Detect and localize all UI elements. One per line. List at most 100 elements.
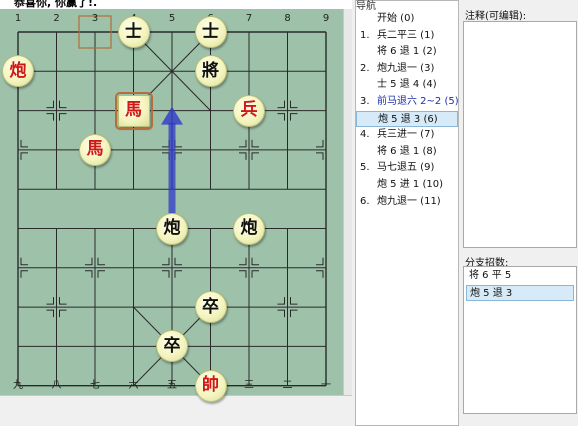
- position-marker: [251, 257, 259, 266]
- branch-item[interactable]: 炮 5 退 3: [466, 285, 574, 301]
- position-marker: [85, 257, 93, 266]
- move-list-item[interactable]: 将 6 退 1 (8): [356, 144, 458, 160]
- position-marker: [59, 297, 67, 305]
- move-number: 5.: [360, 162, 370, 174]
- coord-top: 5: [168, 13, 176, 24]
- position-marker: [59, 113, 67, 121]
- piece-red-horse[interactable]: 馬: [79, 133, 111, 166]
- move-number: 4.: [360, 129, 370, 141]
- position-marker: [251, 270, 259, 278]
- position-marker: [174, 152, 182, 160]
- piece-red-horse-selected[interactable]: 馬: [114, 91, 153, 130]
- move-list-item[interactable]: 1. 兵二平三 (1): [356, 28, 458, 44]
- board-panel: 恭喜你, 你赢了!. 123456789九八七六五四三二一 炮士士將馬兵馬炮炮卒…: [0, 0, 352, 426]
- move-text: 开始 (0): [377, 13, 415, 24]
- move-text: 将 6 退 1 (8): [377, 145, 437, 157]
- coord-bottom: 二: [282, 380, 293, 391]
- move-text: 前马退六 2~2 (5): [377, 96, 459, 107]
- move-list-item[interactable]: 3. 前马退六 2~2 (5): [356, 94, 459, 110]
- position-marker: [85, 270, 93, 278]
- position-marker: [59, 309, 67, 318]
- move-list-item[interactable]: 2. 炮九退一 (3): [356, 61, 458, 77]
- piece-black-cannon-b[interactable]: 炮: [233, 212, 265, 245]
- coord-bottom: 八: [51, 380, 62, 391]
- move-list-item[interactable]: 5. 马七退五 (9): [356, 160, 458, 176]
- move-text: 将 6 退 1 (2): [377, 46, 437, 58]
- move-list-item[interactable]: 4. 兵三进一 (7): [356, 127, 458, 143]
- position-marker: [20, 270, 28, 278]
- move-list-item[interactable]: 将 6 退 1 (2): [356, 44, 458, 60]
- branch-list: 将 6 平 5炮 5 退 3: [463, 266, 577, 414]
- branch-item[interactable]: 将 6 平 5: [466, 268, 574, 284]
- position-marker: [316, 139, 324, 148]
- position-marker: [316, 257, 324, 266]
- move-text: 炮九退一 (3): [377, 62, 435, 74]
- coord-bottom: 六: [128, 380, 139, 391]
- move-list-item[interactable]: 6. 炮九退一 (11): [356, 194, 458, 210]
- position-marker: [20, 152, 28, 160]
- coord-top: 2: [53, 13, 60, 24]
- position-marker: [97, 257, 105, 266]
- piece-black-cannon-a[interactable]: 炮: [156, 212, 188, 245]
- move-number: 6.: [360, 195, 370, 207]
- position-marker: [162, 139, 170, 148]
- piece-black-advisor-a[interactable]: 士: [117, 16, 150, 48]
- coord-bottom: 七: [90, 380, 100, 391]
- coord-top: 9: [322, 13, 330, 24]
- position-marker: [46, 297, 54, 305]
- piece-black-general[interactable]: 將: [194, 55, 227, 88]
- position-marker: [174, 139, 182, 148]
- piece-red-soldier[interactable]: 兵: [233, 94, 265, 127]
- position-marker: [97, 270, 105, 278]
- position-marker: [20, 139, 28, 148]
- branch-panel: 分支招数: 将 6 平 5炮 5 退 3: [461, 252, 578, 426]
- position-marker: [162, 270, 170, 278]
- coord-top: 1: [14, 13, 22, 24]
- coord-bottom: 五: [167, 380, 177, 391]
- move-text: 马七退五 (9): [377, 162, 435, 174]
- coord-bottom: 九: [13, 380, 23, 391]
- position-marker: [277, 309, 285, 318]
- position-marker: [46, 100, 54, 109]
- piece-black-pawn-a[interactable]: 卒: [194, 291, 227, 324]
- move-text: 士 5 退 4 (4): [377, 79, 437, 91]
- move-text: 炮九退一 (11): [377, 195, 441, 207]
- position-marker: [46, 309, 54, 318]
- position-marker: [174, 257, 182, 266]
- position-marker: [46, 113, 54, 121]
- position-marker: [20, 257, 28, 266]
- move-number: 3.: [360, 96, 370, 107]
- move-arrow-head: [161, 106, 183, 125]
- move-number: 2.: [360, 62, 370, 74]
- position-marker: [174, 270, 182, 278]
- coord-top: 7: [245, 13, 253, 24]
- notes-label: 注释(可编辑):: [465, 11, 527, 22]
- move-number: 1.: [360, 29, 370, 41]
- piece-black-advisor-b[interactable]: 士: [194, 16, 227, 48]
- move-list-item[interactable]: 士 5 退 4 (4): [356, 77, 458, 93]
- position-marker: [290, 100, 298, 109]
- move-text: 炮 5 退 3 (6): [378, 113, 438, 125]
- coord-bottom: 三: [244, 380, 254, 391]
- position-marker: [316, 270, 324, 278]
- piece-red-king[interactable]: 帥: [194, 369, 227, 402]
- position-marker: [277, 100, 285, 109]
- position-marker: [59, 100, 67, 109]
- move-list-item[interactable]: 炮 5 退 3 (6): [356, 110, 458, 127]
- position-marker: [239, 139, 247, 148]
- position-marker: [239, 270, 247, 278]
- position-marker: [290, 113, 298, 121]
- position-marker: [239, 257, 247, 266]
- coord-top: 3: [91, 13, 99, 24]
- move-list-item[interactable]: 开始 (0): [356, 11, 458, 27]
- position-marker: [239, 152, 247, 160]
- position-marker: [277, 113, 285, 121]
- move-list-item[interactable]: 炮 5 进 1 (10): [356, 177, 458, 193]
- position-marker: [277, 297, 285, 305]
- position-marker: [290, 309, 298, 318]
- navigation-panel: 导航 开始 (0) 1. 兵二平三 (1) 将 6 退 1 (2) 2. 炮九退一 (3)…: [355, 0, 459, 426]
- move-text: 兵二平三 (1): [377, 29, 435, 41]
- position-marker: [162, 152, 170, 160]
- notes-textarea[interactable]: [463, 21, 577, 248]
- position-marker: [251, 152, 259, 160]
